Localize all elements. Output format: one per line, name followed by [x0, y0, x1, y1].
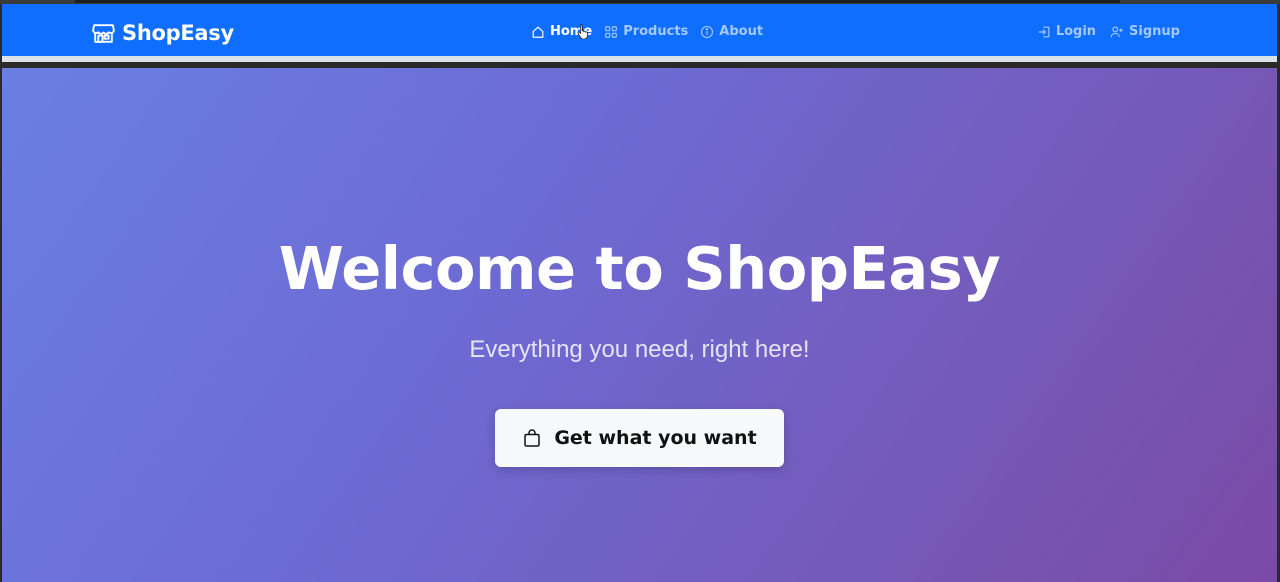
nav-login[interactable]: Login	[1037, 24, 1096, 39]
hero-section: Welcome to ShopEasy Everything you need,…	[2, 68, 1277, 582]
bag-icon	[524, 429, 541, 447]
grid-icon	[605, 25, 618, 38]
hero-title: Welcome to ShopEasy	[278, 234, 1001, 303]
nav-products[interactable]: Products	[604, 24, 688, 39]
nav-about-label: About	[719, 24, 764, 39]
nav-signup[interactable]: Signup	[1110, 24, 1180, 39]
cta-label: Get what you want	[554, 427, 757, 449]
nav-login-label: Login	[1055, 24, 1097, 39]
browser-frame: ShopEasy Home Products About Login Signu…	[0, 0, 1280, 582]
nav-products-label: Products	[623, 24, 689, 39]
hero-subtitle: Everything you need, right here!	[469, 336, 810, 363]
navbar: ShopEasy Home Products About Login Signu…	[2, 4, 1277, 62]
person-plus-icon	[1110, 25, 1123, 37]
house-icon	[532, 26, 544, 38]
get-what-you-want-button[interactable]: Get what you want	[495, 409, 784, 467]
info-circle-icon	[701, 25, 714, 38]
nav-signup-label: Signup	[1129, 24, 1180, 39]
brand-logo[interactable]: ShopEasy	[91, 19, 234, 47]
page: ShopEasy Home Products About Login Signu…	[2, 4, 1277, 582]
login-icon	[1038, 26, 1050, 37]
auth-nav: Login Signup	[1037, 24, 1180, 39]
brand-name: ShopEasy	[122, 21, 234, 45]
mouse-cursor-icon	[577, 24, 588, 39]
nav-about[interactable]: About	[700, 24, 763, 39]
shop-icon	[92, 23, 115, 43]
main-nav: Home Products About	[531, 24, 763, 39]
